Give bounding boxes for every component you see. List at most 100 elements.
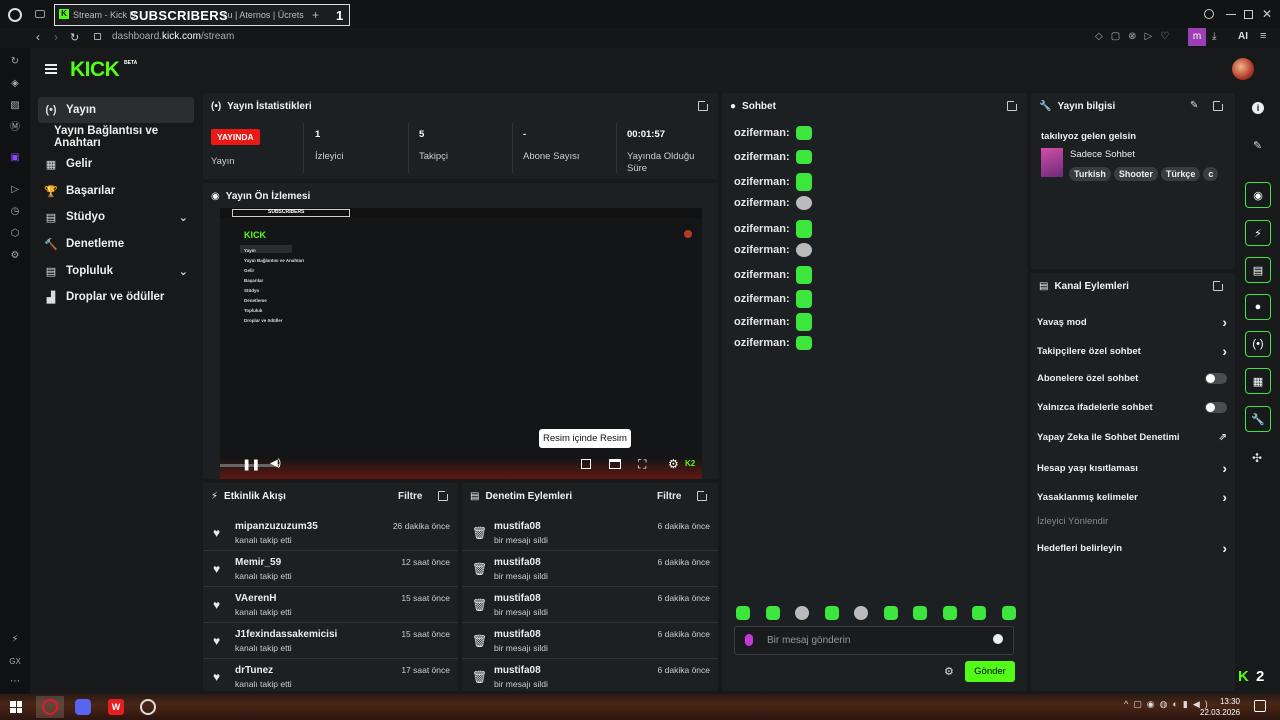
nav-basarilar[interactable]: 🏆 Başarılar: [38, 178, 194, 204]
workspace-icon[interactable]: [35, 10, 45, 18]
quick-chat-button[interactable]: ●: [1245, 294, 1271, 320]
row-name[interactable]: VAerenH: [235, 593, 277, 604]
tab-other-title[interactable]: cu | Aternos | Ücrets: [223, 5, 304, 25]
chat-message[interactable]: oziferman:: [734, 173, 812, 191]
popout-icon[interactable]: [697, 490, 708, 501]
tab-title[interactable]: Stream - Kick D: [73, 5, 136, 25]
popout-icon[interactable]: [1213, 280, 1224, 291]
row-name[interactable]: mustifa08: [494, 665, 541, 676]
clock[interactable]: 13:30 22.03.2026: [1200, 696, 1240, 718]
action-emotes-only[interactable]: Yalnızca ifadelerle sohbet: [1037, 402, 1227, 413]
edit-icon[interactable]: ✎: [1190, 100, 1198, 111]
quick-emote-icon[interactable]: [913, 606, 928, 620]
user-avatar[interactable]: [1232, 58, 1254, 80]
add-widget-icon[interactable]: ✣: [1252, 451, 1262, 465]
chat-username[interactable]: oziferman:: [734, 197, 790, 209]
chat-username[interactable]: oziferman:: [734, 293, 790, 305]
download-icon[interactable]: ⤓: [1212, 31, 1216, 42]
hamburger-icon[interactable]: [45, 64, 57, 74]
quick-emote-icon[interactable]: [795, 606, 810, 620]
reload-icon[interactable]: ↻: [70, 31, 79, 44]
chat-username[interactable]: oziferman:: [734, 337, 790, 349]
nav-stream-key[interactable]: Yayın Bağlantısı ve Anahtarı: [38, 124, 200, 150]
minimize-icon[interactable]: [1226, 14, 1236, 15]
popout-icon[interactable]: [1213, 100, 1224, 111]
quick-notes-button[interactable]: ▤: [1245, 257, 1271, 283]
chat-message[interactable]: oziferman:: [734, 336, 812, 350]
volume-icon[interactable]: ◀): [270, 458, 281, 469]
ai-icon[interactable]: ◈: [9, 78, 21, 90]
row-name[interactable]: mipanzuzuzum35: [235, 521, 318, 532]
forward-icon[interactable]: ›: [54, 30, 58, 44]
pause-icon[interactable]: ❚❚: [242, 458, 260, 471]
fullscreen-icon[interactable]: ⛶: [638, 457, 646, 472]
moderation-filter-button[interactable]: Filtre: [657, 491, 681, 502]
row-name[interactable]: mustifa08: [494, 629, 541, 640]
quick-wrench-button[interactable]: 🔧: [1245, 406, 1271, 432]
settings-icon[interactable]: ⚙: [9, 250, 21, 262]
quick-emote-icon[interactable]: [765, 606, 780, 620]
quick-broadcast-button[interactable]: (•): [1245, 331, 1271, 357]
opera-gx-icon[interactable]: [42, 699, 58, 715]
discord-icon[interactable]: [75, 699, 91, 715]
row-name[interactable]: mustifa08: [494, 521, 541, 532]
opera-logo-icon[interactable]: [8, 8, 22, 22]
quick-emote-icon[interactable]: [824, 606, 839, 620]
ai-button[interactable]: AI: [1238, 31, 1248, 42]
chat-message[interactable]: oziferman:: [734, 313, 812, 331]
app-circle-icon[interactable]: [140, 699, 156, 715]
nav-yayin[interactable]: (•) Yayın: [38, 97, 194, 123]
chat-message[interactable]: oziferman:: [734, 243, 812, 257]
chat-settings-icon[interactable]: ⚙: [944, 665, 954, 678]
back-icon[interactable]: ‹: [36, 30, 40, 44]
pip-icon[interactable]: [581, 459, 591, 469]
action-set-goals[interactable]: Hedefleri belirleyin ›: [1037, 540, 1227, 556]
nav-studyo[interactable]: ▤ Stüdyo ⌄: [38, 204, 194, 230]
chat-username[interactable]: oziferman:: [734, 151, 790, 163]
profile-avatar[interactable]: m: [1188, 28, 1206, 46]
tag[interactable]: Türkçe: [1160, 167, 1201, 181]
row-name[interactable]: mustifa08: [494, 557, 541, 568]
quick-clip-button[interactable]: ◉: [1245, 182, 1271, 208]
twitch-icon[interactable]: ▣: [9, 152, 21, 164]
search-icon[interactable]: [1204, 9, 1214, 19]
app-w-icon[interactable]: W: [108, 699, 124, 715]
activity-filter-button[interactable]: Filtre: [398, 491, 422, 502]
quick-lightning-button[interactable]: ⚡: [1245, 220, 1271, 246]
notification-icon[interactable]: [1254, 700, 1266, 712]
chat-message[interactable]: oziferman:: [734, 290, 812, 308]
close-icon[interactable]: ✕: [1262, 7, 1272, 21]
pencil-icon[interactable]: ✎: [1253, 139, 1262, 152]
popout-icon[interactable]: [1007, 100, 1018, 111]
popout-icon[interactable]: [438, 490, 449, 501]
action-slow-mode[interactable]: Yavaş mod ›: [1037, 314, 1227, 330]
chat-message[interactable]: oziferman:: [734, 126, 812, 140]
chat-username[interactable]: oziferman:: [734, 269, 790, 281]
pinboard-icon[interactable]: ▨: [9, 100, 21, 112]
toggle-switch[interactable]: [1205, 402, 1227, 413]
windows-start-icon[interactable]: [10, 701, 22, 713]
toggle-switch[interactable]: [1205, 373, 1227, 384]
quick-emote-icon[interactable]: [883, 606, 898, 620]
gx-label[interactable]: GX: [9, 656, 21, 668]
nav-denetleme[interactable]: 🔨 Denetleme: [38, 231, 194, 257]
chat-input-box[interactable]: Bir mesaj gönderin: [734, 626, 1014, 655]
quick-emote-icon[interactable]: [1001, 606, 1016, 620]
chat-username[interactable]: oziferman:: [734, 127, 790, 139]
popout-icon[interactable]: [698, 100, 709, 111]
chat-message[interactable]: oziferman:: [734, 266, 812, 284]
quick-emote-icon[interactable]: [854, 606, 869, 620]
history-icon[interactable]: ↻: [9, 56, 21, 68]
category-thumbnail[interactable]: [1041, 148, 1063, 177]
restore-icon[interactable]: [1244, 10, 1253, 19]
action-ai-moderation[interactable]: Yapay Zeka ile Sohbet Denetimi ⇗: [1037, 432, 1227, 443]
tag[interactable]: c: [1203, 167, 1219, 181]
quick-emote-icon[interactable]: [736, 606, 750, 620]
settings-icon[interactable]: ⚙: [668, 457, 679, 471]
nav-topluluk[interactable]: ▤ Topluluk ⌄: [38, 258, 194, 284]
theater-icon[interactable]: [609, 459, 621, 469]
chat-username[interactable]: oziferman:: [734, 244, 790, 256]
action-banned-words[interactable]: Yasaklanmış kelimeler ›: [1037, 489, 1227, 505]
action-account-age[interactable]: Hesap yaşı kısıtlaması ›: [1037, 460, 1227, 476]
url-field[interactable]: dashboard.kick.com/stream: [112, 31, 234, 42]
